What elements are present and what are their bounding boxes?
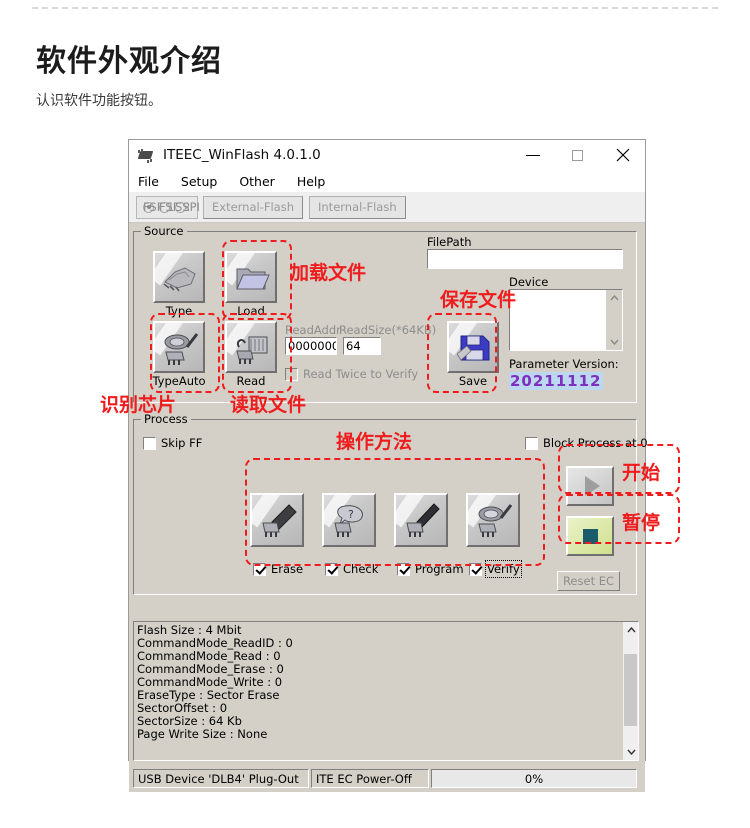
check-checkbox[interactable]: Check <box>325 562 378 576</box>
annotation-load-file: 加载文件 <box>290 262 367 284</box>
parameter-version-value: 20211112 <box>509 372 603 390</box>
log-scroll-thumb[interactable] <box>624 654 637 726</box>
external-flash-button[interactable]: External-Flash <box>203 195 303 219</box>
read-addr-label: ReadAddr <box>285 323 341 337</box>
verify-checkbox[interactable]: Verify <box>469 560 522 578</box>
window-title: ITEEC_WinFlash 4.0.1.0 <box>163 147 321 163</box>
menubar: File Setup Other Help <box>129 170 645 192</box>
read-addr-input[interactable]: 00000000 <box>284 336 338 356</box>
checkbox-box-icon <box>525 436 538 450</box>
start-button[interactable] <box>566 466 614 506</box>
device-listbox[interactable] <box>509 289 623 351</box>
check-label: Check <box>343 562 379 576</box>
scroll-up-icon[interactable] <box>606 290 622 306</box>
scroll-up-icon[interactable] <box>623 622 638 638</box>
skip-ff-label: Skip FF <box>161 436 203 450</box>
program-label: Program <box>415 562 464 576</box>
filepath-label: FilePath <box>427 235 472 249</box>
save-button-caption: Save <box>458 374 488 388</box>
type-button-caption: Type <box>165 304 193 318</box>
filepath-input[interactable] <box>426 248 624 270</box>
status-usb: USB Device 'DLB4' Plug-Out <box>133 769 309 788</box>
checkbox-box-icon <box>285 367 298 381</box>
radio-fspi2[interactable]: FSPI2 <box>159 200 190 214</box>
checkbox-box-icon <box>253 562 266 576</box>
annotation-pause: 暂停 <box>622 512 661 534</box>
close-icon[interactable] <box>600 140 645 170</box>
log-panel: Flash Size : 4 Mbit CommandMode_ReadID :… <box>133 621 639 761</box>
window-controls <box>510 140 645 170</box>
read-button[interactable] <box>225 321 277 373</box>
typeauto-button-caption: TypeAuto <box>152 374 206 388</box>
read-size-input[interactable]: 64 <box>342 336 382 356</box>
device-scrollbar[interactable] <box>606 290 622 350</box>
window-titlebar: ITEEC_WinFlash 4.0.1.0 <box>129 140 645 170</box>
page-title: 软件外观介绍 <box>36 45 222 78</box>
menu-setup[interactable]: Setup <box>179 173 219 190</box>
maximize-button[interactable] <box>555 140 600 170</box>
menu-help[interactable]: Help <box>295 173 328 190</box>
play-triangle-icon <box>568 468 612 504</box>
parameter-version-label: Parameter Version: <box>509 357 619 371</box>
verify-button[interactable] <box>466 493 520 547</box>
annotation-operation-method: 操作方法 <box>336 431 413 453</box>
client-area: Source Type Load TypeAuto Read ReadAddr … <box>129 223 648 792</box>
scroll-down-icon[interactable] <box>606 334 622 350</box>
erase-checkbox[interactable]: Erase <box>253 562 303 576</box>
statusbar: USB Device 'DLB4' Plug-Out ITE EC Power-… <box>133 769 639 788</box>
type-button[interactable] <box>153 251 205 303</box>
interface-radio-group: FSPI1 FSPI2 SSPI <box>136 195 200 219</box>
log-scrollbar[interactable] <box>622 622 638 760</box>
check-button[interactable]: ? <box>322 493 376 547</box>
checkbox-box-icon <box>325 562 338 576</box>
reset-ec-button[interactable]: Reset EC <box>557 571 620 591</box>
menu-file[interactable]: File <box>136 173 161 190</box>
status-power: ITE EC Power-Off <box>311 769 429 788</box>
read-size-label: ReadSize(*64KB) <box>339 323 437 337</box>
read-twice-label: Read Twice to Verify <box>303 367 419 381</box>
load-button-caption: Load <box>237 304 265 318</box>
source-group-title: Source <box>141 224 187 238</box>
program-checkbox[interactable]: Program <box>397 562 464 576</box>
top-divider <box>32 7 718 9</box>
radio-sspi-label: SSPI <box>175 200 200 214</box>
load-button[interactable] <box>225 251 277 303</box>
status-progress: 0% <box>431 769 637 788</box>
scroll-down-icon[interactable] <box>623 744 638 760</box>
program-button[interactable] <box>394 493 448 547</box>
verify-label: Verify <box>485 560 522 578</box>
read-button-caption: Read <box>236 374 266 388</box>
checkbox-box-icon <box>469 562 482 576</box>
block-process-label: Block Process at 0 <box>543 436 648 450</box>
block-process-checkbox[interactable]: Block Process at 0 <box>525 436 648 450</box>
chip-icon <box>137 148 155 163</box>
read-twice-checkbox[interactable]: Read Twice to Verify <box>285 367 418 381</box>
minimize-button[interactable] <box>510 140 555 170</box>
page-subtitle: 认识软件功能按钮。 <box>36 92 162 108</box>
stop-button[interactable] <box>566 516 614 556</box>
checkbox-box-icon <box>143 436 156 450</box>
checkbox-box-icon <box>397 562 410 576</box>
annotation-identify-chip: 识别芯片 <box>100 394 177 416</box>
log-text: Flash Size : 4 Mbit CommandMode_ReadID :… <box>137 623 293 741</box>
typeauto-button[interactable] <box>153 321 205 373</box>
toolbar: FSPI1 FSPI2 SSPI External-Flash Internal… <box>129 192 645 223</box>
save-button[interactable] <box>447 321 499 373</box>
skip-ff-checkbox[interactable]: Skip FF <box>143 436 202 450</box>
annotation-save-file: 保存文件 <box>440 289 517 311</box>
radio-sspi[interactable]: SSPI <box>175 200 200 214</box>
annotation-read-file: 读取文件 <box>230 394 307 416</box>
stop-square-icon <box>568 518 612 554</box>
page-root: 软件外观介绍 认识软件功能按钮。 ITEEC_WinFlash 4.0.1.0 <box>0 0 750 828</box>
menu-other[interactable]: Other <box>237 173 277 190</box>
svg-text:?: ? <box>348 508 354 521</box>
internal-flash-button[interactable]: Internal-Flash <box>309 195 406 219</box>
radio-fspi1[interactable]: FSPI1 <box>143 200 174 214</box>
annotation-start: 开始 <box>622 462 661 484</box>
erase-label: Erase <box>271 562 304 576</box>
erase-button[interactable] <box>250 493 304 547</box>
